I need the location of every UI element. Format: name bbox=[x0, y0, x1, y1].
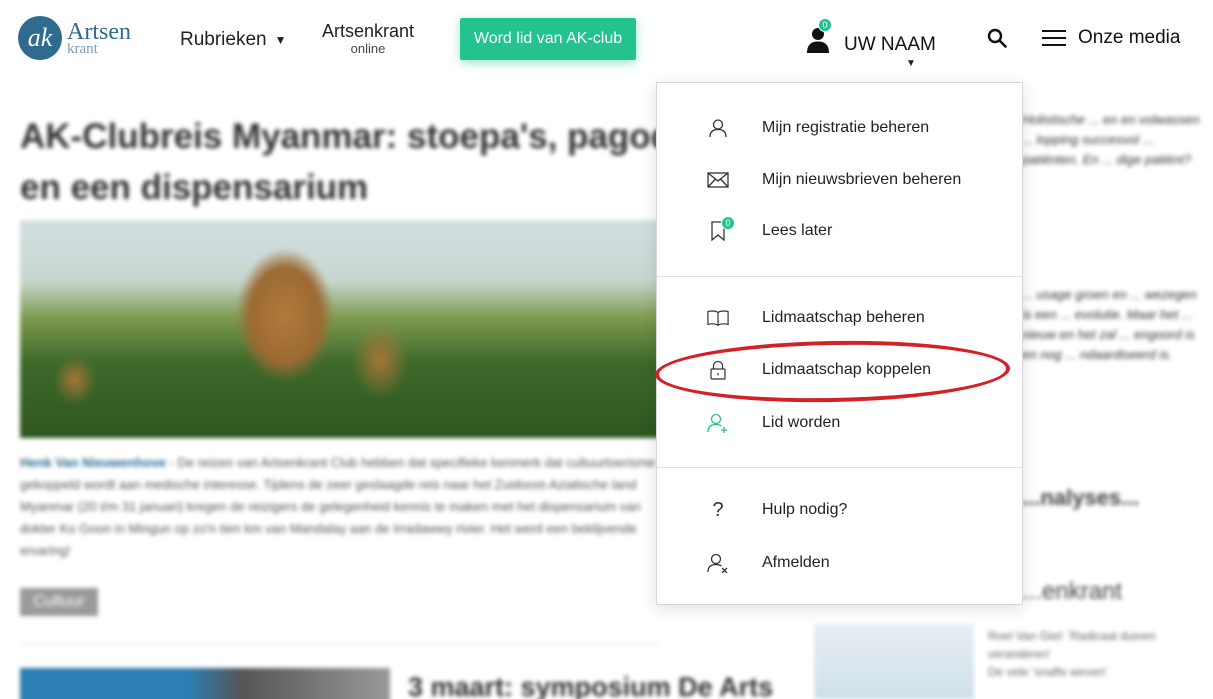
logo-monogram: ak bbox=[18, 16, 62, 60]
user-plus-icon bbox=[707, 412, 729, 434]
read-later-badge: 0 bbox=[721, 216, 735, 230]
menu-item-lees-later[interactable]: 0 Lees later bbox=[657, 211, 1022, 251]
logo-word-artsen: Artsen bbox=[67, 18, 131, 45]
onze-media-label: Onze media bbox=[1078, 27, 1181, 48]
caret-down-icon: ▼ bbox=[274, 33, 287, 47]
nav-rubrieken-label: Rubrieken bbox=[180, 29, 267, 50]
menu-item-lidmaatschap-beheren[interactable]: Lidmaatschap beheren bbox=[657, 298, 1022, 338]
caret-down-icon: ▼ bbox=[906, 58, 916, 69]
hamburger-icon bbox=[1042, 30, 1066, 46]
article-intro: Henk Van Nieuwenhove - De reizen van Art… bbox=[20, 452, 660, 562]
sidebar-text-2: ... usage groen en ... wezegen is een ..… bbox=[1022, 287, 1197, 362]
sidebar-list-item[interactable]: Roel Van Giel: 'Radicaal duiven verander… bbox=[988, 627, 1208, 663]
onze-media-menu[interactable]: Onze media bbox=[1042, 27, 1180, 49]
sidebar-list: Roel Van Giel: 'Radicaal duiven verander… bbox=[988, 627, 1208, 681]
bookmark-icon: 0 bbox=[707, 216, 735, 242]
user-name: UW NAAM bbox=[844, 34, 936, 55]
menu-item-hulp-nodig[interactable]: ? Hulp nodig? bbox=[657, 490, 1022, 530]
sidebar-image[interactable] bbox=[814, 624, 974, 699]
envelope-icon bbox=[707, 169, 729, 191]
site-logo[interactable]: ak Artsen krant bbox=[18, 16, 131, 60]
article-divider bbox=[20, 643, 660, 644]
notification-badge: 0 bbox=[818, 18, 832, 32]
article2-title[interactable]: 3 maart: symposium De Arts bbox=[408, 672, 773, 699]
question-icon: ? bbox=[712, 498, 724, 521]
menu-item-label: Lidmaatschap beheren bbox=[762, 309, 925, 326]
sidebar-text-1: Holistische ... en en volwassen ... lopp… bbox=[1022, 112, 1200, 167]
article-text: - De reizen van Artsenkrant Club hebben … bbox=[20, 455, 656, 558]
logo-wordmark: Artsen krant bbox=[67, 20, 131, 57]
article-hero-image[interactable] bbox=[20, 220, 660, 438]
article2-thumbnail[interactable] bbox=[20, 668, 390, 699]
user-menu-toggle[interactable]: 0 UW NAAM ▼ bbox=[806, 18, 946, 73]
nav-artsenkrant-label: Artsenkrant bbox=[322, 21, 415, 41]
user-x-icon bbox=[707, 552, 729, 574]
site-header: ak Artsen krant Rubrieken ▼ Artsenkrant … bbox=[0, 0, 1213, 80]
menu-item-label: Lees later bbox=[762, 222, 833, 239]
background-page: AK-Clubreis Myanmar: stoepa's, pagodes e… bbox=[0, 80, 1213, 699]
menu-item-afmelden[interactable]: Afmelden bbox=[657, 543, 1022, 583]
menu-divider bbox=[657, 276, 1022, 277]
menu-item-label: Lid worden bbox=[762, 414, 841, 431]
menu-item-label: Mijn nieuwsbrieven beheren bbox=[762, 171, 962, 188]
nav-online-label: online bbox=[350, 41, 386, 56]
search-icon[interactable] bbox=[987, 28, 1007, 48]
article-title[interactable]: AK-Clubreis Myanmar: stoepa's, pagodes e… bbox=[20, 112, 720, 214]
menu-item-label: Afmelden bbox=[762, 554, 830, 571]
sidebar-list-item[interactable]: De vele 'snaffe weven' bbox=[988, 663, 1208, 681]
user-outline-icon bbox=[707, 117, 729, 139]
sidebar-heading: ...enkrant bbox=[1022, 578, 1123, 605]
nav-artsenkrant-online[interactable]: Artsenkrant online bbox=[322, 22, 414, 55]
menu-item-mijn-registratie[interactable]: Mijn registratie beheren bbox=[657, 108, 1022, 148]
nav-rubrieken[interactable]: Rubrieken ▼ bbox=[180, 29, 287, 51]
menu-item-label: Hulp nodig? bbox=[762, 501, 848, 518]
join-club-button[interactable]: Word lid van AK-club bbox=[460, 18, 636, 60]
menu-item-mijn-nieuwsbrieven[interactable]: Mijn nieuwsbrieven beheren bbox=[657, 160, 1022, 200]
category-tag[interactable]: Cultuur bbox=[20, 588, 98, 616]
book-icon bbox=[707, 307, 729, 329]
article-author[interactable]: Henk Van Nieuwenhove bbox=[20, 455, 166, 470]
sidebar-analyses-heading: ...nalyses... bbox=[1022, 485, 1140, 510]
menu-item-lid-worden[interactable]: Lid worden bbox=[657, 403, 1022, 443]
menu-divider bbox=[657, 467, 1022, 468]
menu-item-label: Mijn registratie beheren bbox=[762, 119, 930, 136]
